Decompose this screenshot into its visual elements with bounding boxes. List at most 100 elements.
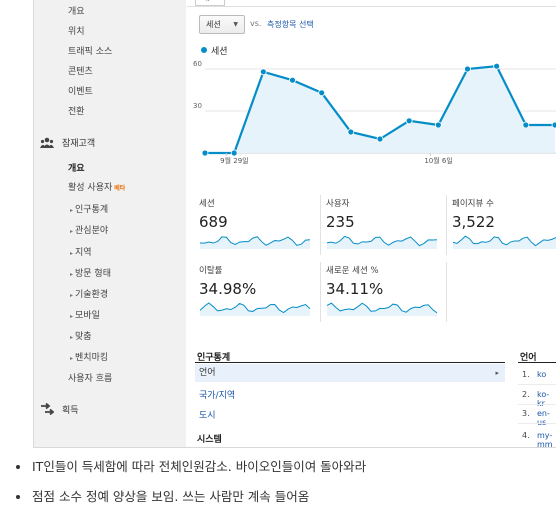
- data-point: [230, 149, 238, 157]
- expand-arrow-icon: ▸: [70, 334, 74, 341]
- metric-label: 사용자: [326, 199, 350, 209]
- data-point: [434, 121, 442, 129]
- acquisition-icon: [41, 403, 54, 415]
- demographics-row-country[interactable]: 국가/지역: [199, 388, 235, 401]
- legend-dot-icon: [201, 47, 207, 53]
- metric-card-bounce-rate[interactable]: 이탈률 34.98%: [199, 262, 319, 322]
- x-tick-label: 10월 6일: [424, 156, 452, 165]
- sidebar-item-technology[interactable]: ▸ 기술환경: [70, 287, 108, 300]
- sidebar-item-behavior[interactable]: ▸ 방문 형태: [70, 266, 111, 279]
- sidebar-item-custom[interactable]: ▸ 맞춤: [70, 329, 92, 342]
- sparkline: [199, 236, 311, 249]
- metric-card-new-sessions[interactable]: 새로운 세션 % 34.11%: [326, 262, 446, 322]
- metric-value: 34.98%: [199, 280, 257, 298]
- sidebar-item-events[interactable]: 이벤트: [68, 84, 93, 97]
- data-point: [259, 68, 267, 76]
- language-header-rule: [518, 362, 556, 363]
- sidebar-item-audience-overview[interactable]: 개요: [68, 161, 85, 174]
- card-divider: [446, 195, 447, 255]
- sidebar-item-content[interactable]: 콘텐츠: [68, 64, 93, 77]
- card-divider: [446, 262, 447, 322]
- sidebar-item-overview[interactable]: 개요: [68, 4, 85, 17]
- metric-card-sessions[interactable]: 세션 689: [199, 195, 319, 255]
- sidebar-sub-label: 방문 형태: [75, 269, 111, 279]
- sparkline: [326, 302, 438, 316]
- demographics-header-rule: [195, 362, 505, 363]
- sparkline: [452, 235, 556, 249]
- card-divider: [320, 195, 321, 255]
- sidebar-sub-label: 관심분야: [75, 226, 109, 236]
- sidebar-item-traffic-sources[interactable]: 트래픽 소스: [68, 44, 112, 57]
- sparkline: [326, 235, 438, 249]
- metric-card-users[interactable]: 사용자 235: [326, 195, 446, 255]
- expand-arrow-icon: ▸: [70, 207, 74, 214]
- main-panel: 개요 세션 ▼ vs. 측정항목 선택 세션 60309월 29일10월 6일 …: [187, 0, 556, 447]
- data-point: [289, 76, 296, 84]
- section-audience[interactable]: 잠재고객: [62, 136, 95, 149]
- sidebar-item-conversions[interactable]: 전환: [68, 104, 85, 117]
- system-header: 시스템: [197, 435, 222, 445]
- language-value[interactable]: ko-kr: [537, 390, 556, 408]
- dropdown-caret-icon: ▼: [233, 21, 238, 28]
- metric-value: 34.11%: [326, 280, 384, 298]
- data-point: [201, 149, 209, 157]
- analytics-screenshot: 개요 위치 트래픽 소스 콘텐츠 이벤트 전환 잠재고객 개요 활성 사용자 베타…: [33, 0, 556, 448]
- demographics-row-language[interactable]: 언어 ▸: [195, 364, 505, 382]
- metric-label: 세션: [199, 199, 215, 209]
- metric-label: 페이지뷰 수: [452, 199, 494, 209]
- sidebar-sub-label: 지역: [75, 248, 92, 258]
- sidebar-item-benchmarking[interactable]: ▸ 벤치마킹: [70, 350, 108, 363]
- note-item: IT인들이 득세함에 따라 전체인원감소. 바이오인들이여 돌아와라: [16, 457, 366, 487]
- sidebar-item-mobile[interactable]: ▸ 모바일: [70, 308, 100, 321]
- language-rank: 2.: [522, 390, 530, 399]
- sidebar-item-geo[interactable]: ▸ 지역: [70, 245, 92, 258]
- sidebar-item-interests[interactable]: ▸ 관심분야: [70, 223, 108, 236]
- sidebar-sub-label: 인구통계: [75, 205, 109, 215]
- row-divider: [518, 404, 556, 405]
- beta-badge: 베타: [114, 185, 126, 192]
- notes-list: IT인들이 득세함에 따라 전체인원감소. 바이오인들이여 돌아와라 점점 소수…: [16, 457, 366, 517]
- language-value[interactable]: my-mm: [537, 431, 556, 447]
- metric-value: 3,522: [452, 213, 495, 231]
- sidebar-sub-label: 벤치마킹: [75, 353, 109, 363]
- y-tick-label: 30: [193, 102, 202, 110]
- language-value[interactable]: ko: [537, 370, 546, 379]
- audience-icon: [40, 137, 54, 148]
- sessions-chart[interactable]: 60 30 9월 29일 10월 6일: [187, 55, 556, 170]
- section-acquisition[interactable]: 획득: [62, 403, 79, 416]
- language-value[interactable]: en-us: [537, 409, 556, 427]
- tab-overview[interactable]: 개요: [195, 0, 225, 6]
- data-point: [318, 89, 326, 97]
- sidebar: 개요 위치 트래픽 소스 콘텐츠 이벤트 전환 잠재고객 개요 활성 사용자 베타…: [34, 0, 186, 447]
- sidebar-item-location[interactable]: 위치: [68, 24, 85, 37]
- data-point: [347, 128, 355, 136]
- expand-arrow-icon: ▸: [70, 355, 74, 362]
- metric-label: 새로운 세션 %: [326, 266, 379, 276]
- row-divider: [518, 423, 556, 424]
- expand-arrow-icon: ▸: [70, 228, 74, 235]
- sparkline-area: [327, 236, 437, 249]
- sparkline-area: [200, 236, 310, 249]
- vs-label: vs.: [250, 19, 262, 28]
- sidebar-sub-label: 기술환경: [75, 290, 109, 300]
- row-label: 언어: [199, 368, 216, 378]
- metric-value: 689: [199, 213, 228, 231]
- expand-arrow-icon: ▸: [70, 250, 74, 257]
- sparkline: [199, 302, 311, 316]
- demographics-row-city[interactable]: 도시: [199, 408, 216, 421]
- data-point: [376, 135, 384, 143]
- data-point: [522, 121, 530, 129]
- active-users-label: 활성 사용자: [68, 183, 113, 193]
- data-point: [405, 117, 413, 125]
- metric-label: 이탈률: [199, 266, 223, 276]
- select-metric-link[interactable]: 측정항목 선택: [267, 19, 314, 30]
- sidebar-item-user-flow[interactable]: 사용자 흐름: [68, 371, 112, 384]
- metric-select[interactable]: 세션 ▼: [199, 15, 245, 34]
- metric-card-pageviews[interactable]: 페이지뷰 수 3,522: [452, 195, 556, 255]
- sidebar-item-demographics[interactable]: ▸ 인구통계: [70, 202, 108, 215]
- sidebar-item-active-users[interactable]: 활성 사용자 베타: [68, 180, 125, 193]
- x-tick-label: 9월 29일: [220, 156, 248, 165]
- language-rank: 4.: [522, 431, 530, 440]
- y-tick-label: 60: [193, 60, 202, 68]
- expand-arrow-icon: ▸: [70, 292, 74, 299]
